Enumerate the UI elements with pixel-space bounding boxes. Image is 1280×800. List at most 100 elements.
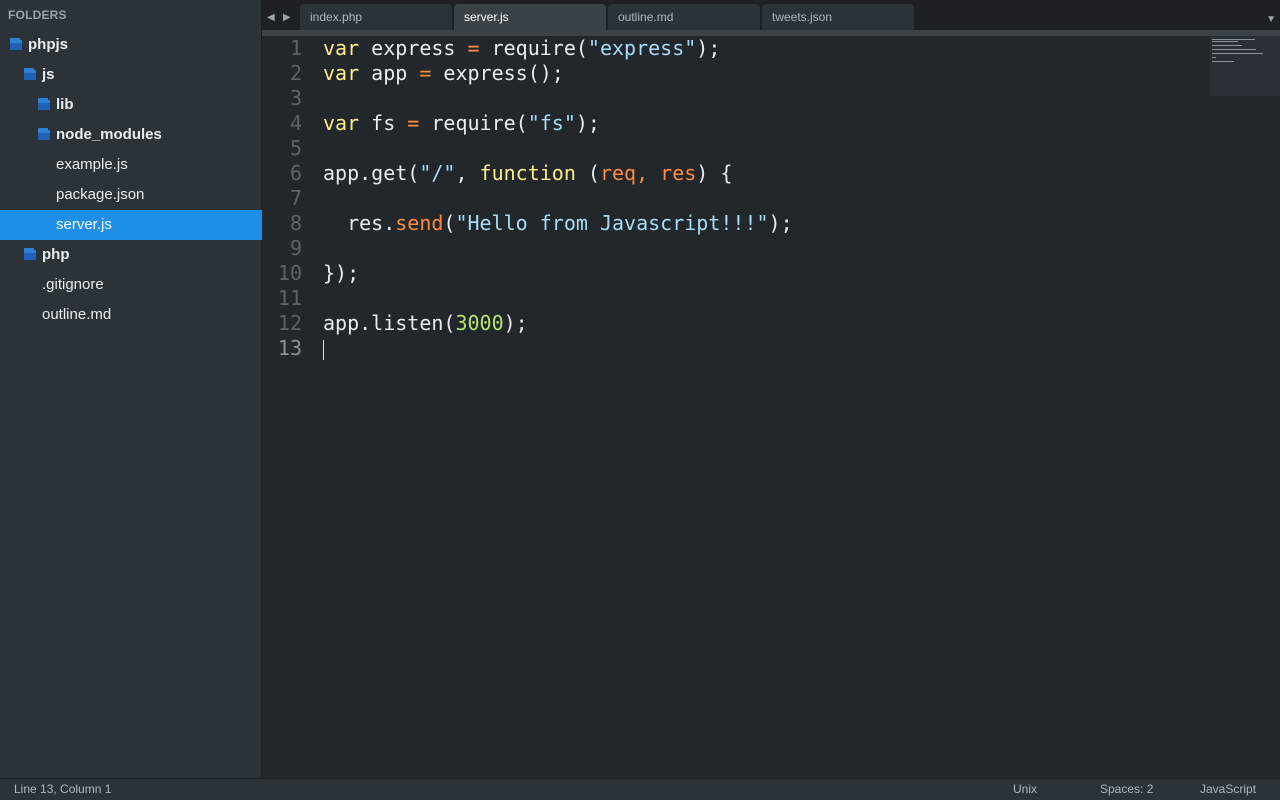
line-number: 2 bbox=[289, 61, 302, 85]
code-token: ); bbox=[768, 211, 793, 235]
code-token: ); bbox=[575, 111, 600, 135]
tree-item-js[interactable]: js bbox=[0, 60, 262, 90]
tab-label: tweets.json bbox=[772, 10, 833, 24]
code-token: "express" bbox=[587, 36, 697, 60]
triangle-down-icon[interactable]: ▼ bbox=[1266, 14, 1276, 25]
minimap-line bbox=[1212, 41, 1238, 42]
tree-item-phpjs[interactable]: phpjs bbox=[0, 30, 262, 60]
code-token: app.listen( bbox=[323, 311, 456, 335]
code-token: = bbox=[467, 36, 480, 60]
code-line[interactable] bbox=[323, 136, 793, 161]
line-number: 8 bbox=[289, 211, 302, 235]
code-token: var bbox=[323, 111, 360, 135]
code-line[interactable]: app.get("/", function (req, res) { bbox=[323, 161, 793, 186]
code-line[interactable]: }); bbox=[323, 261, 793, 286]
line-endings[interactable]: Unix bbox=[1013, 779, 1037, 800]
tree-item-label: example.js bbox=[56, 156, 128, 173]
code-token: require( bbox=[419, 111, 528, 135]
code-token: express(); bbox=[431, 61, 564, 85]
sidebar: FOLDERS phpjs js lib node_modules example.js… bbox=[0, 0, 262, 778]
triangle-right-icon[interactable]: ▶ bbox=[283, 12, 291, 23]
minimap-line bbox=[1212, 49, 1257, 50]
tree-item-label: phpjs bbox=[28, 36, 68, 53]
tree-item-lib[interactable]: lib bbox=[0, 90, 262, 120]
code-token: fs bbox=[359, 111, 408, 135]
tree-item-server-js[interactable]: server.js bbox=[0, 210, 262, 240]
line-number: 3 bbox=[289, 86, 302, 110]
line-number: 11 bbox=[277, 286, 302, 310]
code-token: send bbox=[395, 211, 444, 235]
code-token: , bbox=[455, 161, 480, 185]
triangle-left-icon[interactable]: ◀ bbox=[267, 12, 275, 23]
tree-item-outline-md[interactable]: outline.md bbox=[0, 300, 262, 330]
code-line[interactable]: var fs = require("fs"); bbox=[323, 111, 793, 136]
code-token: ( bbox=[575, 161, 600, 185]
code-editor[interactable]: 1 2 3 4 5 6 7 8 9 10 11 12 13 var express = require(… bbox=[262, 36, 1280, 778]
code-line[interactable] bbox=[323, 236, 793, 261]
code-token: 3000 bbox=[455, 311, 504, 335]
code-token: "Hello from Javascript!!!" bbox=[455, 211, 769, 235]
code-line[interactable]: app.listen(3000); bbox=[323, 311, 793, 336]
tree-item-node-modules[interactable]: node_modules bbox=[0, 120, 262, 150]
tree-item-label: lib bbox=[56, 96, 74, 113]
tree-item-label: server.js bbox=[56, 216, 112, 233]
code-line[interactable]: res.send("Hello from Javascript!!!"); bbox=[323, 211, 793, 236]
sidebar-title: FOLDERS bbox=[8, 8, 67, 22]
tab-index-php[interactable]: index.php bbox=[300, 4, 452, 30]
tree-item-label: js bbox=[42, 66, 55, 83]
code-token: require( bbox=[479, 36, 588, 60]
minimap-line bbox=[1212, 57, 1216, 58]
line-number: 5 bbox=[289, 136, 302, 160]
minimap-line bbox=[1212, 53, 1263, 54]
code-line[interactable] bbox=[323, 286, 793, 311]
code-token: "fs" bbox=[527, 111, 576, 135]
line-number: 9 bbox=[289, 236, 302, 260]
code-token: function bbox=[479, 161, 576, 185]
minimap-line bbox=[1212, 39, 1255, 40]
code-token: = bbox=[407, 111, 420, 135]
tree-item-label: node_modules bbox=[56, 126, 162, 143]
folder-icon bbox=[24, 68, 36, 80]
tree-item-label: outline.md bbox=[42, 306, 112, 323]
tree-item-gitignore[interactable]: .gitignore bbox=[0, 270, 262, 300]
code-line[interactable] bbox=[323, 336, 793, 361]
line-number: 12 bbox=[277, 311, 302, 335]
folder-icon bbox=[24, 248, 36, 260]
tab-label: index.php bbox=[310, 10, 363, 24]
text-cursor bbox=[323, 339, 324, 360]
tree-item-php[interactable]: php bbox=[0, 240, 262, 270]
code-line[interactable] bbox=[323, 186, 793, 211]
tab-server-js[interactable]: server.js bbox=[454, 4, 606, 30]
code-token: res. bbox=[323, 211, 396, 235]
tab-outline-md[interactable]: outline.md bbox=[608, 4, 760, 30]
line-number: 10 bbox=[277, 261, 302, 285]
tree-item-example-js[interactable]: example.js bbox=[0, 150, 262, 180]
code-line[interactable] bbox=[323, 86, 793, 111]
code-token: app.get( bbox=[323, 161, 420, 185]
code-token: ) { bbox=[696, 161, 733, 185]
code-token: = bbox=[419, 61, 432, 85]
code-line[interactable]: var app = express(); bbox=[323, 61, 793, 86]
tree-item-label: package.json bbox=[56, 186, 145, 203]
minimap-line bbox=[1212, 61, 1235, 62]
code-token: var bbox=[323, 61, 360, 85]
code-area[interactable]: var express = require("express"); var app… bbox=[323, 36, 793, 361]
tab-tweets-json[interactable]: tweets.json bbox=[762, 4, 914, 30]
line-number-gutter: 1 2 3 4 5 6 7 8 9 10 11 12 13 bbox=[262, 36, 310, 361]
folder-icon bbox=[38, 128, 50, 140]
minimap[interactable] bbox=[1210, 36, 1280, 96]
tree-item-label: php bbox=[42, 246, 70, 263]
code-line[interactable]: var express = require("express"); bbox=[323, 36, 793, 61]
indentation-setting[interactable]: Spaces: 2 bbox=[1100, 779, 1153, 800]
folder-icon bbox=[38, 98, 50, 110]
tab-label: outline.md bbox=[618, 10, 674, 24]
tab-label: server.js bbox=[464, 10, 509, 24]
syntax-selector[interactable]: JavaScript bbox=[1200, 779, 1256, 800]
tree-item-package-json[interactable]: package.json bbox=[0, 180, 262, 210]
tree-item-label: .gitignore bbox=[42, 276, 104, 293]
code-token: "/" bbox=[419, 161, 456, 185]
status-bar: Line 13, Column 1 Unix Spaces: 2 JavaScr… bbox=[0, 778, 1280, 800]
code-token: express bbox=[359, 36, 468, 60]
line-number: 13 bbox=[277, 336, 302, 360]
folder-icon bbox=[10, 38, 22, 50]
